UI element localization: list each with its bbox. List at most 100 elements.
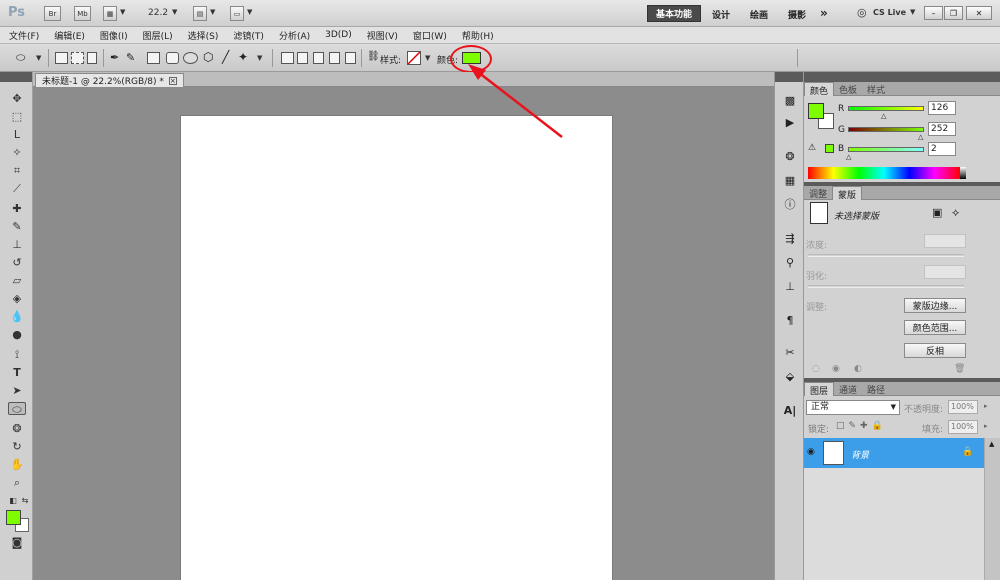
menu-select[interactable]: 选择(S)	[188, 29, 219, 42]
b-slider[interactable]	[848, 147, 924, 152]
info-panel-icon[interactable]: ⓘ	[782, 198, 798, 212]
extras-icon[interactable]: ▦	[103, 6, 117, 21]
color-foreground-swatch[interactable]	[808, 103, 824, 119]
layers-scrollbar[interactable]: ▲	[984, 438, 1000, 580]
scroll-up-icon[interactable]: ▲	[989, 440, 994, 448]
chevron-down-icon[interactable]: ▼	[120, 8, 125, 16]
fill-field[interactable]: 100%	[948, 420, 978, 434]
tab-paths[interactable]: 路径	[862, 382, 890, 396]
cs-live-icon[interactable]: ◎	[857, 6, 867, 19]
character-panel-icon[interactable]: A|	[782, 404, 798, 418]
ellipse-tool-icon[interactable]: ⬭	[8, 402, 26, 416]
blur-tool-icon[interactable]: 💧	[10, 310, 24, 323]
navigator-panel-icon[interactable]: ❂	[782, 150, 798, 164]
menu-help[interactable]: 帮助(H)	[462, 29, 494, 42]
clone-source-icon[interactable]: ⊥	[782, 280, 798, 294]
eye-icon[interactable]: ◉	[807, 447, 815, 457]
r-slider[interactable]	[848, 106, 924, 111]
cs-live-button[interactable]: CS Live	[873, 8, 906, 17]
crop-tool-icon[interactable]: ⌗	[10, 164, 24, 177]
path-selection-icon[interactable]: ➤	[10, 384, 24, 397]
3d-orbit-icon[interactable]: ↻	[10, 440, 24, 453]
document-tab[interactable]: 未标题-1 @ 22.2%(RGB/8) * ×	[35, 73, 184, 87]
brush-panel-icon[interactable]: ⚲	[782, 256, 798, 270]
ellipse-shape-icon[interactable]	[183, 52, 198, 64]
menu-image[interactable]: 图像(I)	[100, 29, 128, 42]
line-icon[interactable]: ╱	[222, 50, 229, 64]
chevron-down-icon[interactable]: ▼	[172, 8, 177, 16]
new-shape-layer-icon[interactable]	[281, 52, 294, 64]
paths-icon[interactable]	[71, 52, 84, 64]
chevron-down-icon[interactable]: ▼	[425, 54, 430, 62]
menu-edit[interactable]: 编辑(E)	[54, 29, 85, 42]
menu-layer[interactable]: 图层(L)	[143, 29, 173, 42]
custom-shape-icon[interactable]: ✦	[238, 50, 248, 64]
add-vector-mask-icon[interactable]: ⟡	[952, 206, 959, 220]
fill-pixels-icon[interactable]	[87, 52, 97, 64]
bridge-button[interactable]: Br	[44, 6, 61, 21]
add-to-shape-icon[interactable]	[297, 52, 308, 64]
paragraph-panel-icon[interactable]: ¶	[782, 314, 798, 328]
screen-mode-icon[interactable]: ▭	[230, 6, 244, 21]
invert-button[interactable]: 反相	[904, 343, 966, 358]
panels-dock-header[interactable]	[804, 72, 1000, 82]
zoom-level[interactable]: 22.2	[148, 8, 168, 18]
style-swatch-none-icon[interactable]	[407, 51, 421, 65]
disable-mask-icon[interactable]: ◐	[854, 364, 862, 374]
menu-window[interactable]: 窗口(W)	[413, 29, 447, 42]
workspace-photography[interactable]: 摄影	[788, 8, 806, 21]
type-tool-icon[interactable]: T	[10, 366, 24, 379]
lock-icons[interactable]: □✎✚🔒	[836, 421, 887, 431]
r-value-field[interactable]: 126	[928, 101, 956, 115]
load-selection-icon[interactable]: ◌	[812, 364, 820, 374]
tool-presets-icon[interactable]: ✂	[782, 346, 798, 360]
dodge-tool-icon[interactable]: ●	[10, 328, 24, 341]
chevron-down-icon[interactable]: ▼	[210, 8, 215, 16]
canvas-area[interactable]	[33, 87, 774, 580]
eraser-icon[interactable]: ▱	[10, 274, 24, 287]
actions-panel-icon[interactable]: ▶	[782, 116, 798, 130]
apply-mask-icon[interactable]: ◉	[832, 364, 840, 374]
fill-arrow-icon[interactable]: ▸	[984, 422, 988, 430]
foreground-color-swatch[interactable]	[6, 510, 21, 525]
close-tab-icon[interactable]: ×	[168, 76, 177, 85]
freeform-pen-icon[interactable]: ✎	[126, 51, 135, 64]
g-slider-thumb[interactable]: △	[918, 133, 924, 141]
link-icon[interactable]: ⛓	[367, 51, 380, 62]
chevron-down-icon[interactable]: ▼	[247, 8, 252, 16]
intersect-shape-icon[interactable]	[329, 52, 340, 64]
polygon-icon[interactable]: ⬡	[203, 50, 213, 64]
strip-header[interactable]	[775, 72, 803, 82]
more-workspaces-icon[interactable]: »	[820, 6, 828, 20]
tools-panel-header[interactable]	[0, 72, 32, 82]
color-spectrum[interactable]	[808, 167, 960, 179]
tab-adjustments[interactable]: 调整	[804, 186, 832, 200]
marquee-tool-icon[interactable]: ⬚	[10, 110, 24, 123]
layer-name[interactable]: 背景	[851, 448, 869, 461]
menu-3d[interactable]: 3D(D)	[325, 30, 352, 40]
mask-edge-button[interactable]: 蒙版边缘...	[904, 298, 966, 313]
menu-view[interactable]: 视图(V)	[367, 29, 398, 42]
workspace-painting[interactable]: 绘画	[750, 8, 768, 21]
feather-slider[interactable]	[808, 285, 964, 288]
delete-mask-icon[interactable]: 🗑	[954, 364, 965, 374]
eyedropper-icon[interactable]: ⟋	[10, 182, 24, 195]
density-field[interactable]	[924, 234, 966, 248]
g-slider[interactable]	[848, 127, 924, 132]
workspace-design[interactable]: 设计	[712, 8, 730, 21]
layers-list-empty-area[interactable]	[804, 468, 984, 580]
3d-panel-icon[interactable]: ⬙	[782, 370, 798, 384]
paint-bucket-icon[interactable]: ◈	[10, 292, 24, 305]
add-pixel-mask-icon[interactable]: ▣	[932, 206, 942, 219]
blend-mode-select[interactable]: 正常 ▼	[806, 400, 900, 415]
minimize-button[interactable]: –	[924, 6, 943, 20]
tab-color[interactable]: 颜色	[804, 82, 835, 97]
chevron-down-icon[interactable]: ▼	[257, 54, 262, 62]
shape-layers-icon[interactable]	[55, 52, 68, 64]
tab-styles[interactable]: 样式	[862, 82, 890, 96]
history-panel-icon[interactable]: ▩	[782, 94, 798, 108]
menu-file[interactable]: 文件(F)	[9, 29, 39, 42]
zoom-tool-icon[interactable]: ⌕	[10, 476, 24, 489]
workspace-essentials[interactable]: 基本功能	[647, 5, 701, 22]
histogram-panel-icon[interactable]: ▦	[782, 174, 798, 188]
